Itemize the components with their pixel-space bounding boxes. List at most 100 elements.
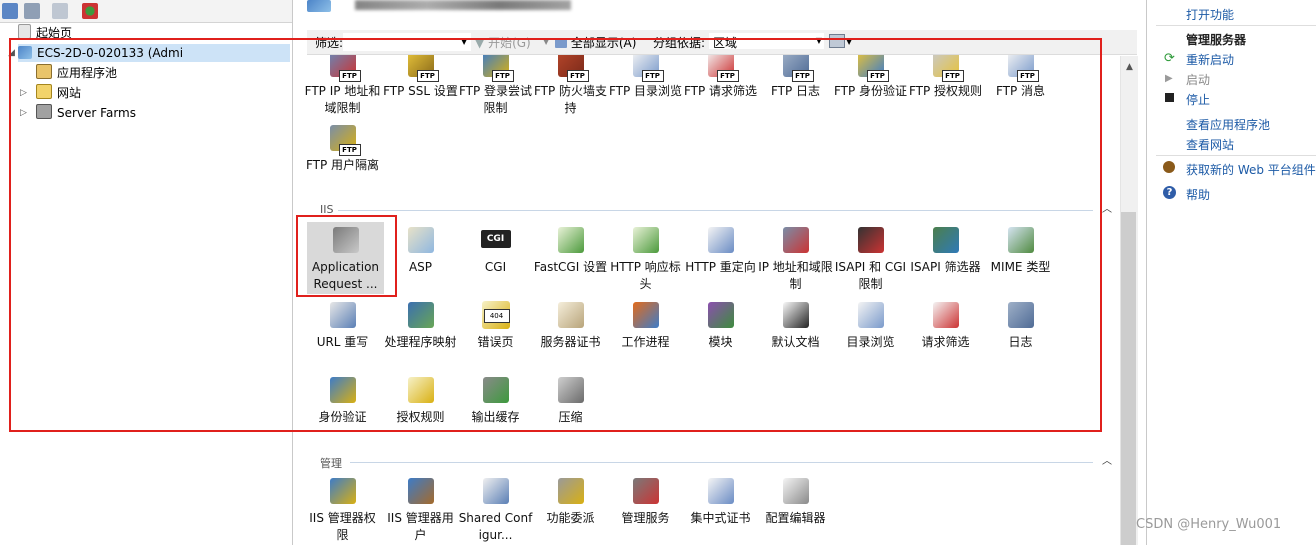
stop-link[interactable]: 停止 (1186, 91, 1210, 108)
feature-label: MIME 类型 (990, 260, 1051, 274)
feature-tile[interactable]: 请求筛选 (908, 297, 984, 351)
feature-label: 工作进程 (621, 335, 670, 349)
feature-tile[interactable]: CGI CGI (458, 222, 534, 276)
feature-tile[interactable]: ISAPI 和 CGI 限制 (833, 222, 909, 293)
filter-input[interactable] (343, 33, 471, 51)
tree-item-sites[interactable]: 网站 (36, 84, 81, 102)
feature-label: FastCGI 设置 (533, 260, 608, 274)
http-response-headers-icon (630, 224, 662, 256)
feature-tile[interactable]: 输出缓存 (458, 372, 534, 426)
feature-label: IIS 管理器权限 (309, 511, 376, 542)
expand-arrow-icon[interactable]: ▷ (20, 104, 28, 122)
icon-shape (407, 377, 434, 403)
feature-tile[interactable]: 模块 (683, 297, 759, 351)
feature-tile[interactable]: FTP FTP 消息 (983, 48, 1059, 100)
icon-shape (632, 478, 659, 504)
feature-tile[interactable]: URL 重写 (305, 297, 381, 351)
feature-tile[interactable]: IP 地址和域限制 (758, 222, 834, 293)
feature-tile[interactable]: FastCGI 设置 (533, 222, 609, 276)
tree-item-app-pools[interactable]: 应用程序池 (36, 64, 117, 82)
feature-label: 授权规则 (396, 410, 445, 424)
scroll-up-icon[interactable]: ▲ (1121, 62, 1138, 72)
feature-tile[interactable]: FTP FTP 授权规则 (908, 48, 984, 100)
feature-label: FTP 日志 (770, 84, 821, 98)
chevron-down-icon: ▼ (815, 36, 822, 45)
feature-tile[interactable]: 处理程序映射 (383, 297, 459, 351)
collapse-section-icon[interactable]: ︿ (1102, 205, 1112, 215)
feature-tile[interactable]: 默认文档 (758, 297, 834, 351)
feature-tile[interactable]: FTP FTP 登录尝试限制 (458, 48, 534, 117)
feature-label: FTP SSL 设置 (383, 84, 458, 98)
view-app-pools-link[interactable]: 查看应用程序池 (1186, 116, 1270, 133)
save-icon[interactable] (24, 3, 40, 19)
feature-tile[interactable]: FTP FTP 目录浏览 (608, 48, 684, 100)
icon-shape (782, 227, 809, 253)
icon-shape (782, 302, 809, 328)
feature-tile[interactable]: FTP FTP 请求筛选 (683, 48, 759, 100)
feature-label: FTP IP 地址和域限制 (304, 84, 381, 115)
feature-tile[interactable]: FTP FTP 用户隔离 (305, 122, 381, 174)
show-all-button[interactable]: 全部显示(A) (555, 34, 636, 51)
restart-link[interactable]: 重新启动 (1186, 51, 1234, 68)
feature-tile[interactable]: MIME 类型 (983, 222, 1059, 276)
feature-tile[interactable]: Shared Configur... (458, 473, 534, 544)
tree-item-server[interactable]: ECS-2D-0-020133 (Admi (18, 44, 290, 62)
chevron-down-icon[interactable]: ▼ (543, 37, 549, 46)
start-filter-button[interactable]: ▼ 开始(G) (475, 34, 531, 51)
feature-tile[interactable]: 日志 (983, 297, 1059, 351)
feature-tile[interactable]: FTP FTP IP 地址和域限制 (305, 48, 381, 117)
feature-tile[interactable]: ASP (383, 222, 459, 276)
modules-icon (705, 299, 737, 331)
get-web-platform-link[interactable]: 获取新的 Web 平台组件 (1186, 161, 1316, 178)
fastcgi-icon (555, 224, 587, 256)
connect-icon[interactable] (2, 3, 18, 19)
feature-label: FTP 登录尝试限制 (458, 84, 533, 115)
feature-tile[interactable]: HTTP 重定向 (683, 222, 759, 276)
tree-item-start-page[interactable]: 起始页 (18, 24, 72, 42)
feature-tile[interactable]: FTP FTP 日志 (758, 48, 834, 100)
feature-label: FTP 身份验证 (833, 84, 908, 98)
help-link[interactable]: 帮助 (1186, 186, 1210, 203)
collapse-section-icon[interactable]: ︿ (1102, 457, 1112, 467)
feature-tile[interactable]: 集中式证书 (683, 473, 759, 527)
scroll-thumb[interactable] (1121, 212, 1136, 545)
feature-tile[interactable]: 授权规则 (383, 372, 459, 426)
feature-tile[interactable]: 目录浏览 (833, 297, 909, 351)
chevron-down-icon[interactable]: ▼ (461, 37, 467, 46)
feature-tile[interactable]: FTP FTP 防火墙支持 (533, 48, 609, 117)
feature-tile[interactable]: FTP FTP SSL 设置 (383, 48, 459, 100)
feature-tile[interactable]: 工作进程 (608, 297, 684, 351)
icon-shape (1007, 227, 1034, 253)
expand-arrow-icon[interactable]: ▷ (20, 84, 28, 102)
feature-label: ISAPI 筛选器 (910, 260, 981, 274)
feature-tile[interactable]: IIS 管理器权限 (305, 473, 381, 544)
start-link: 启动 (1186, 73, 1211, 87)
feature-tile[interactable]: 身份验证 (305, 372, 381, 426)
view-sites-link[interactable]: 查看网站 (1186, 136, 1234, 153)
feature-label: 集中式证书 (690, 511, 751, 525)
disconnect-icon[interactable] (82, 3, 98, 19)
feature-tile[interactable]: IIS 管理器用户 (383, 473, 459, 544)
feature-tile[interactable]: 服务器证书 (533, 297, 609, 351)
chevron-down-icon[interactable]: ▼ (846, 37, 852, 46)
feature-tile[interactable]: FTP FTP 身份验证 (833, 48, 909, 100)
open-feature-link[interactable]: 打开功能 (1186, 6, 1234, 23)
feature-label: 身份验证 (318, 410, 367, 424)
feature-tile[interactable]: 404 错误页 (458, 297, 534, 351)
feature-tile[interactable]: 功能委派 (533, 473, 609, 527)
handler-mappings-icon (405, 299, 437, 331)
tree-item-server-farms[interactable]: Server Farms (36, 104, 136, 122)
feature-tile[interactable]: HTTP 响应标头 (608, 222, 684, 293)
feature-tile[interactable]: 配置编辑器 (758, 473, 834, 527)
default-document-icon (780, 299, 812, 331)
feature-tile[interactable]: 压缩 (533, 372, 609, 426)
view-toggle-icon[interactable] (829, 34, 845, 48)
manage-server-header: 管理服务器 (1186, 33, 1247, 47)
group-by-select[interactable]: 区域 ▼ (709, 33, 824, 50)
up-icon[interactable] (52, 3, 68, 19)
feature-tile[interactable]: 管理服务 (608, 473, 684, 527)
feature-tile[interactable]: Application Request ... (307, 222, 384, 294)
feature-tile[interactable]: ISAPI 筛选器 (908, 222, 984, 276)
collapse-arrow-icon[interactable]: ◢ (8, 44, 16, 62)
icon-shape (482, 478, 509, 504)
